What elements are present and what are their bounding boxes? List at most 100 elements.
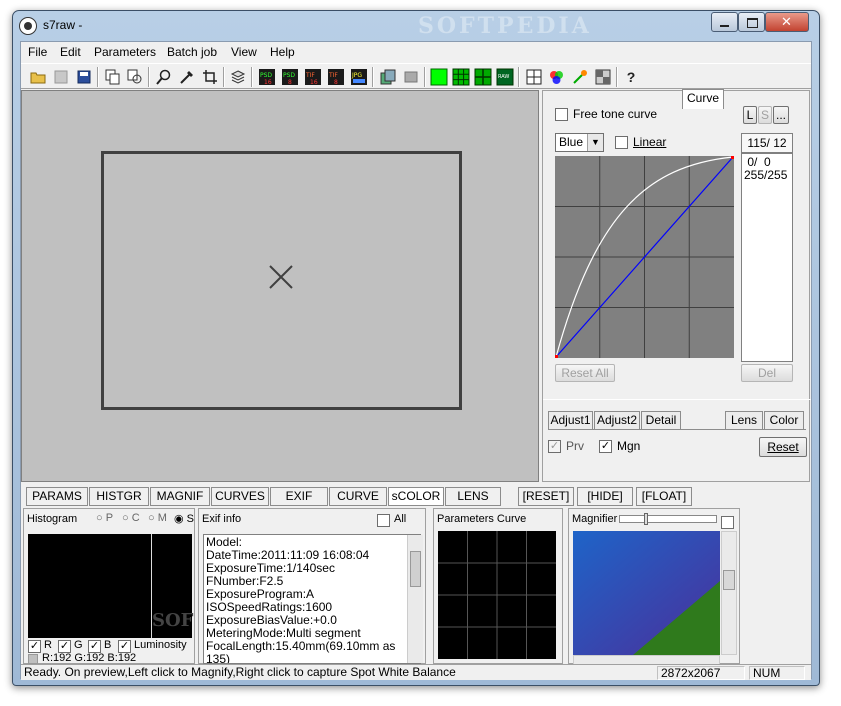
export-icon[interactable]: [378, 67, 398, 87]
image-dimensions: 2872x2067: [657, 666, 745, 680]
color-picker-icon[interactable]: [570, 67, 590, 87]
float-panel-button[interactable]: [FLOAT]: [636, 487, 692, 506]
histogram-panel: Histogram ○ P ○ C ○ M ◉ S SOF ✓ R ✓ G ✓ …: [23, 508, 195, 664]
reset-panel-button[interactable]: [RESET]: [518, 487, 574, 506]
copy-exif-icon[interactable]: [125, 67, 145, 87]
histogram-watermark: SOF: [152, 610, 194, 631]
tab-adjust1[interactable]: Adjust1: [548, 411, 593, 429]
tab-scolor[interactable]: sCOLOR: [388, 487, 444, 506]
preview-checkbox[interactable]: ✓: [548, 440, 561, 453]
menu-bar: File Edit Parameters Batch job View Help: [21, 42, 811, 62]
save-psd-icon[interactable]: PSD 8: [280, 67, 300, 87]
exif-scrollbar[interactable]: [407, 535, 423, 663]
menu-parameters[interactable]: Parameters: [94, 45, 156, 59]
curve-options-button[interactable]: ...: [773, 106, 789, 124]
histogram-mode-m[interactable]: ○ M: [148, 512, 167, 524]
toolbar: PSD 16 PSD 8 TIF 16 TIF 8 JPG RAW ?: [21, 63, 811, 89]
copy-icon[interactable]: [103, 67, 123, 87]
channel-g-label: G: [74, 639, 83, 651]
grid-9-icon[interactable]: [451, 67, 471, 87]
color-swatch: [28, 654, 38, 664]
histogram-mode-c[interactable]: ○ C: [122, 512, 140, 524]
menu-file[interactable]: File: [28, 45, 47, 59]
app-icon[interactable]: [19, 17, 37, 35]
tab-lens[interactable]: LENS: [445, 487, 501, 506]
status-bar: Ready. On preview,Left click to Magnify,…: [21, 664, 811, 680]
tab-adjust2[interactable]: Adjust2: [594, 411, 640, 429]
channel-select[interactable]: Blue ▼: [555, 133, 604, 152]
preview-label: Prv: [566, 439, 584, 453]
magnifier-zoom-slider[interactable]: [619, 513, 717, 525]
save-curve-button[interactable]: S: [758, 106, 772, 124]
crop-icon[interactable]: [200, 67, 220, 87]
magnifier-view[interactable]: [573, 531, 720, 655]
magnifier-checkbox[interactable]: ✓: [599, 440, 612, 453]
eyedropper-icon[interactable]: [177, 67, 197, 87]
menu-batch-job[interactable]: Batch job: [167, 45, 217, 59]
exif-all-checkbox[interactable]: [377, 514, 390, 527]
curve-points-list[interactable]: 0/ 0 255/255: [741, 153, 793, 362]
grid-4-icon[interactable]: [473, 67, 493, 87]
tab-histgr[interactable]: HISTGR: [89, 487, 149, 506]
channel-r-checkbox[interactable]: ✓: [28, 640, 41, 653]
magnifier-lock-checkbox[interactable]: [721, 516, 734, 529]
title-bar[interactable]: s7raw - SOFTPEDIA: [13, 11, 819, 41]
chevron-down-icon[interactable]: ▼: [587, 134, 603, 151]
zoom-icon[interactable]: [154, 67, 174, 87]
close-button[interactable]: [765, 12, 809, 32]
save-tiff-16-icon[interactable]: TIF 16: [303, 67, 323, 87]
rgb-icon[interactable]: [547, 67, 567, 87]
save-disabled-icon[interactable]: [51, 67, 71, 87]
tab-detail[interactable]: Detail: [641, 411, 681, 429]
client-area: File Edit Parameters Batch job View Help: [20, 41, 812, 680]
menu-help[interactable]: Help: [270, 45, 295, 59]
minimize-button[interactable]: [711, 12, 738, 32]
print-icon[interactable]: [401, 67, 421, 87]
save-tiff-icon[interactable]: TIF 8: [326, 67, 346, 87]
reset-button[interactable]: Reset: [759, 437, 807, 457]
channel-r-label: R: [44, 639, 52, 651]
save-jpeg-icon[interactable]: JPG: [349, 67, 369, 87]
delete-point-button[interactable]: Del: [741, 364, 793, 382]
open-icon[interactable]: [28, 67, 48, 87]
histogram-chart: SOF: [28, 534, 194, 638]
linear-checkbox[interactable]: [615, 136, 628, 149]
free-tone-curve-checkbox[interactable]: [555, 108, 568, 121]
tab-magnif[interactable]: MAGNIF: [150, 487, 210, 506]
tab-curve[interactable]: Curve: [682, 89, 724, 109]
menu-view[interactable]: View: [231, 45, 257, 59]
tab-curves[interactable]: CURVES: [211, 487, 269, 506]
save-icon[interactable]: [74, 67, 94, 87]
tab-exif[interactable]: EXIF: [270, 487, 328, 506]
view-green-icon[interactable]: [429, 67, 449, 87]
maximize-button[interactable]: [738, 12, 765, 32]
curve-point-item[interactable]: 255/255: [744, 169, 790, 182]
tone-curve-graph[interactable]: [555, 156, 734, 358]
color-readout: R:192 G:192 B:192: [42, 652, 137, 664]
histogram-mode-s[interactable]: ◉ S: [174, 512, 194, 525]
tab-lens[interactable]: Lens: [725, 411, 763, 429]
compare-icon[interactable]: [593, 67, 613, 87]
svg-text:PSD: PSD: [283, 72, 295, 79]
magnifier-vertical-scrollbar[interactable]: [721, 531, 737, 655]
curve-point-start: [555, 355, 558, 358]
tab-params[interactable]: PARAMS: [26, 487, 88, 506]
svg-text:PSD: PSD: [260, 72, 272, 79]
channel-b-label: B: [104, 639, 112, 651]
hide-panel-button[interactable]: [HIDE]: [577, 487, 633, 506]
layers-icon[interactable]: [228, 67, 248, 87]
load-curve-button[interactable]: L: [743, 106, 757, 124]
grid-icon[interactable]: [524, 67, 544, 87]
exif-list[interactable]: Model: DateTime:2011:11:09 16:08:04 Expo…: [203, 534, 421, 664]
tab-color[interactable]: Color: [764, 411, 804, 429]
menu-edit[interactable]: Edit: [60, 45, 81, 59]
magnifier-label: Mgn: [617, 439, 641, 453]
image-preview[interactable]: [21, 90, 539, 482]
histogram-mode-p[interactable]: ○ P: [96, 512, 113, 524]
tab-curve[interactable]: CURVE: [329, 487, 387, 506]
save-psd-16-icon[interactable]: PSD 16: [257, 67, 277, 87]
reset-all-button[interactable]: Reset All: [555, 364, 615, 382]
help-icon[interactable]: ?: [621, 67, 641, 87]
svg-text:TIF: TIF: [305, 72, 315, 79]
raw-view-icon[interactable]: RAW: [495, 67, 515, 87]
